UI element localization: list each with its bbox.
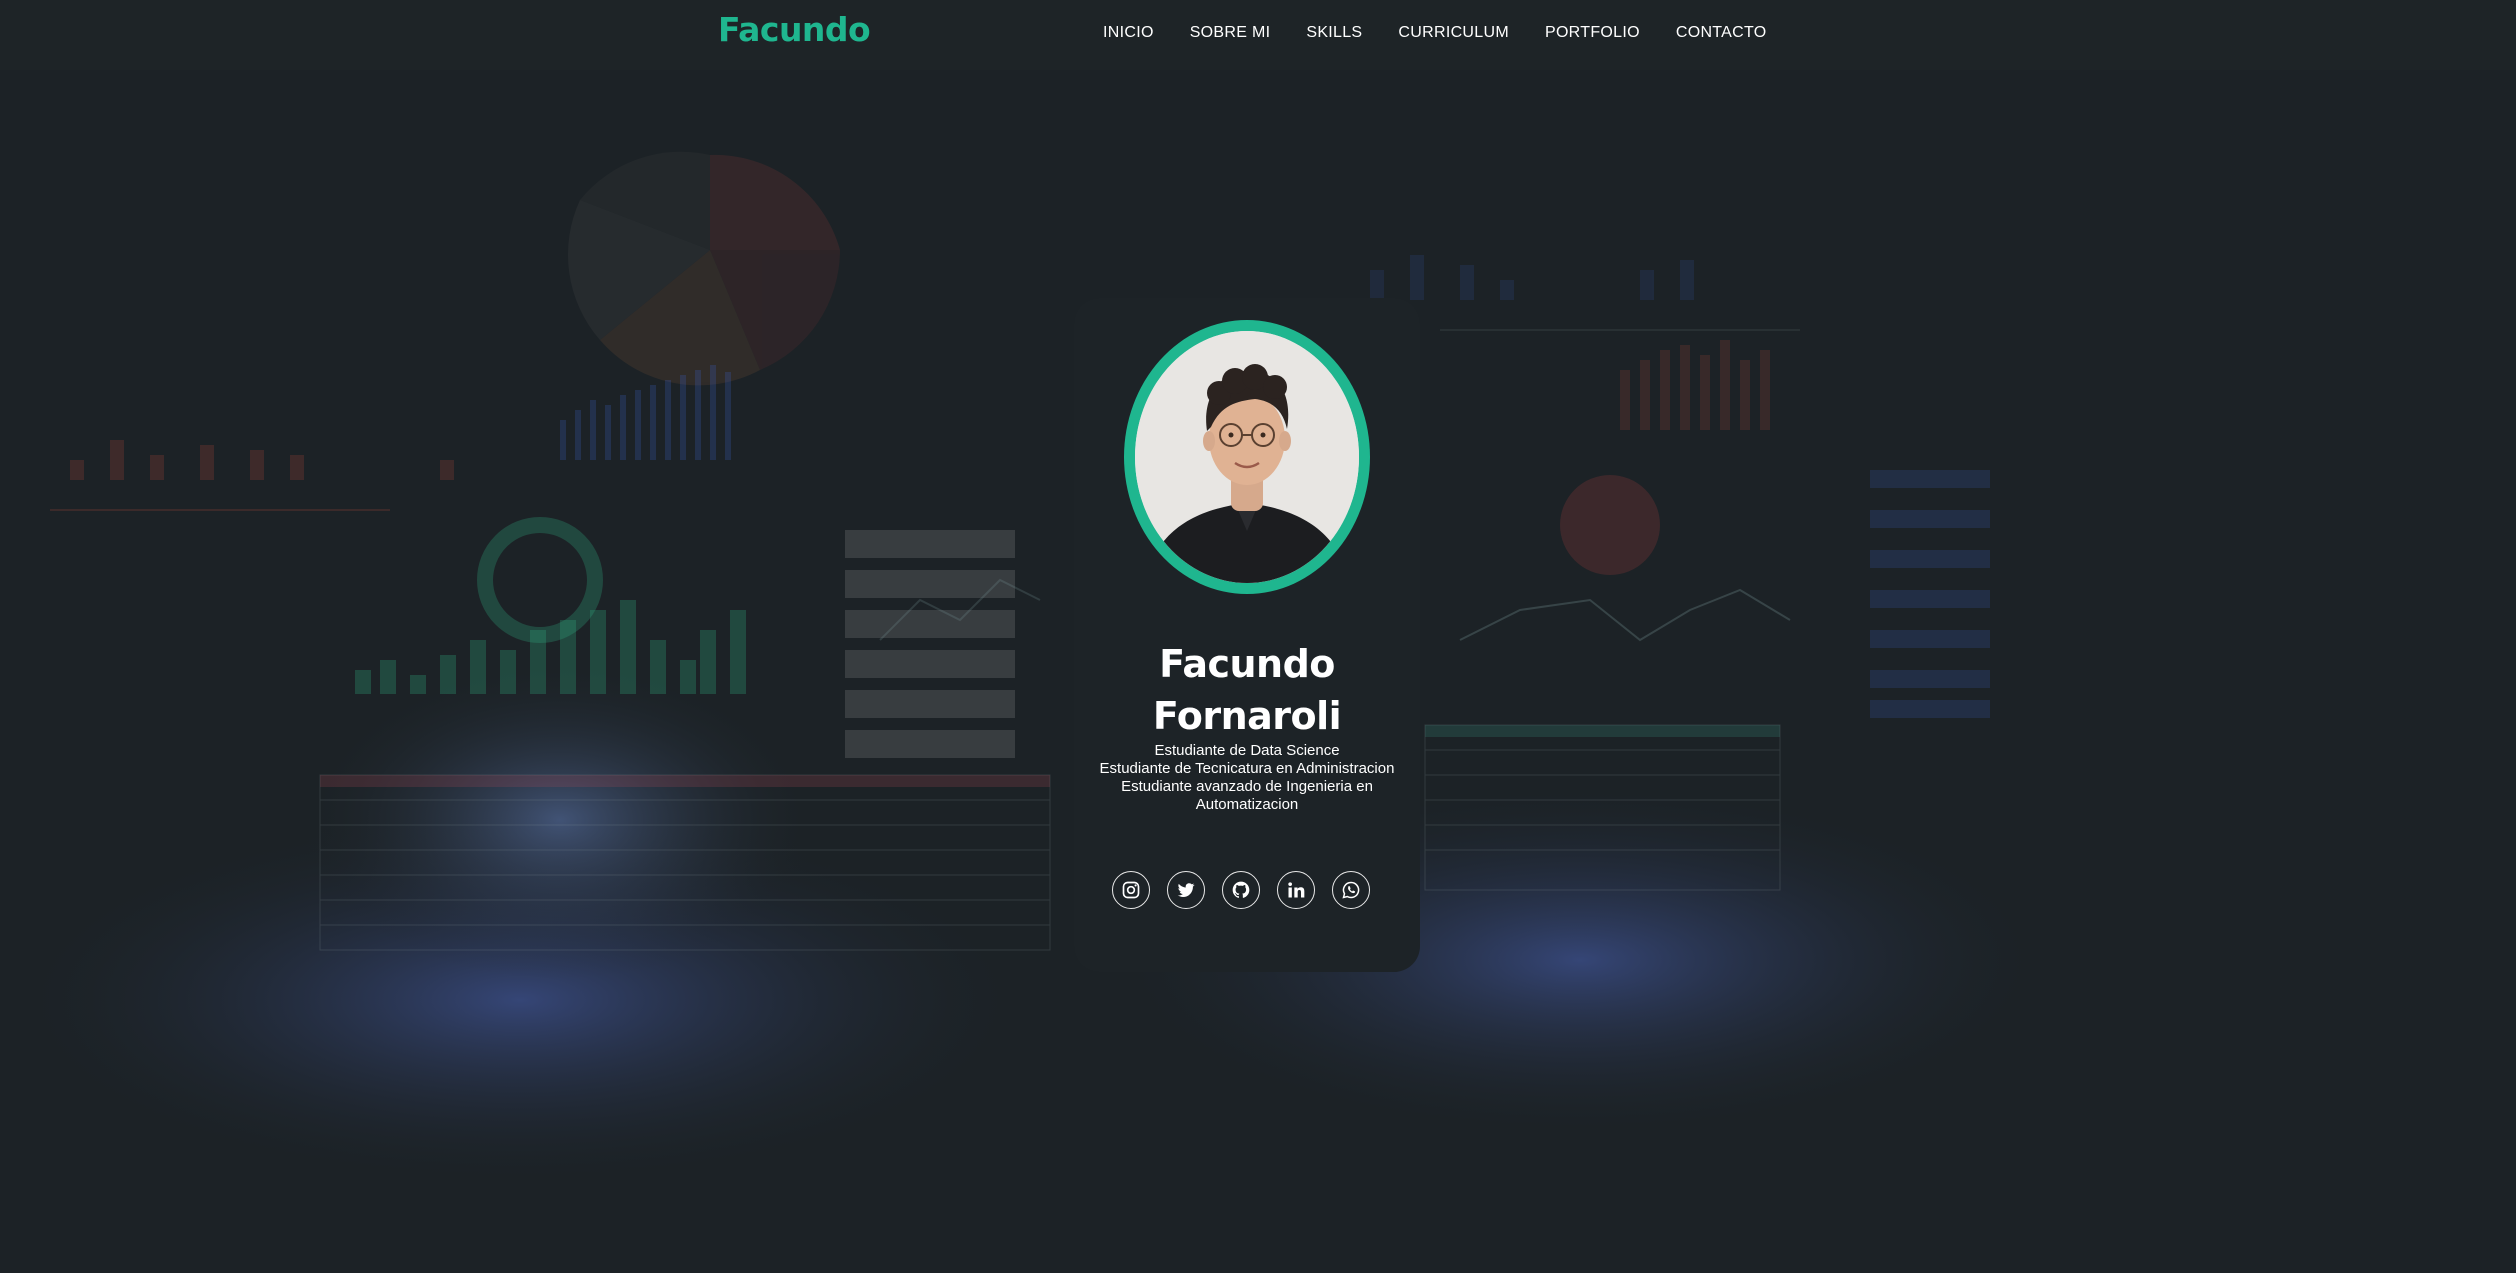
- nav-link-sobre-mi[interactable]: SOBRE MI: [1190, 24, 1271, 42]
- profile-photo: [1135, 331, 1359, 583]
- profile-portrait-image: [1135, 331, 1359, 583]
- github-icon: [1232, 881, 1250, 898]
- profile-roles: Estudiante de Data Science Estudiante de…: [1094, 742, 1400, 814]
- instagram-icon: [1122, 881, 1140, 899]
- nav-link-portfolio[interactable]: PORTFOLIO: [1545, 24, 1640, 42]
- profile-role-automatizacion: Estudiante avanzado de Ingenieria en Aut…: [1121, 778, 1373, 813]
- profile-card: Facundo Fornaroli Estudiante de Data Sci…: [1074, 298, 1420, 972]
- main-menu: INICIO SOBRE MI SKILLS CURRICULUM PORTFO…: [1103, 24, 1767, 42]
- whatsapp-icon: [1342, 881, 1360, 899]
- profile-role-data-science: Estudiante de Data Science: [1154, 742, 1340, 759]
- nav-link-contacto[interactable]: CONTACTO: [1676, 24, 1767, 42]
- github-link[interactable]: [1222, 871, 1260, 909]
- instagram-link[interactable]: [1112, 871, 1150, 909]
- whatsapp-link[interactable]: [1332, 871, 1370, 909]
- nav-link-curriculum[interactable]: CURRICULUM: [1398, 24, 1509, 42]
- profile-last-name: Fornaroli: [1152, 694, 1342, 738]
- profile-first-name: Facundo: [1159, 642, 1335, 686]
- profile-name: Facundo Fornaroli: [1074, 638, 1420, 742]
- linkedin-icon: [1288, 882, 1305, 898]
- profile-role-administracion: Estudiante de Tecnicatura en Administrac…: [1099, 760, 1395, 777]
- linkedin-link[interactable]: [1277, 871, 1315, 909]
- social-links: [1112, 871, 1370, 909]
- top-navbar: Facundo INICIO SOBRE MI SKILLS CURRICULU…: [0, 0, 2516, 70]
- site-logo[interactable]: Facundo: [718, 10, 871, 49]
- twitter-link[interactable]: [1167, 871, 1205, 909]
- nav-link-skills[interactable]: SKILLS: [1306, 24, 1362, 42]
- profile-photo-frame: [1124, 320, 1370, 594]
- nav-link-inicio[interactable]: INICIO: [1103, 24, 1154, 42]
- twitter-icon: [1177, 883, 1195, 897]
